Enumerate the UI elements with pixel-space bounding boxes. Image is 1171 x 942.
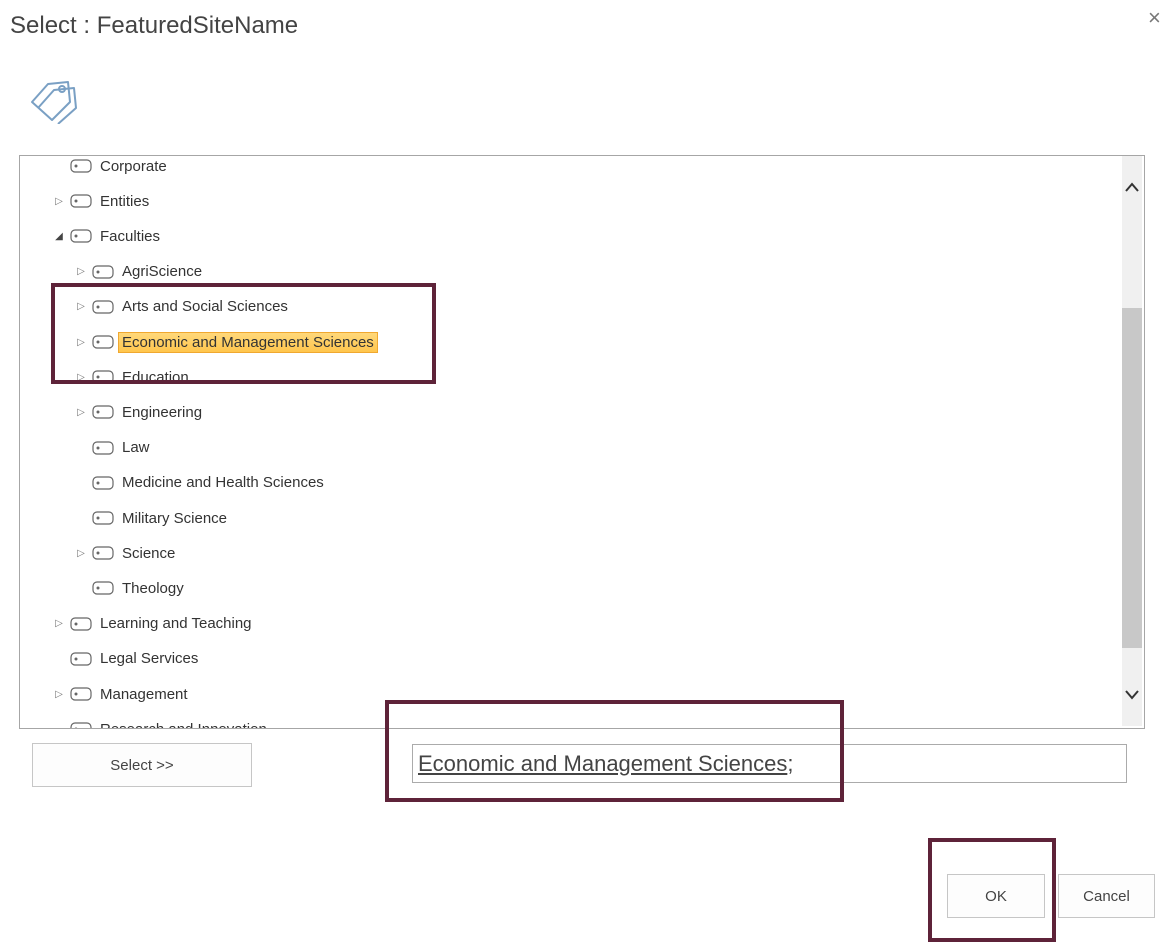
tree-node-label[interactable]: Research and Innovation [100, 721, 267, 728]
cancel-button[interactable]: Cancel [1058, 874, 1155, 918]
term-tag-icon [70, 229, 92, 243]
tree-node[interactable]: Medicine and Health Sciences [72, 470, 324, 496]
term-tag-icon [92, 476, 114, 490]
tree-node-label[interactable]: Law [122, 439, 150, 456]
term-tag-icon [92, 511, 114, 525]
expand-arrow-icon[interactable]: ▷ [50, 689, 68, 700]
tree-node[interactable]: Legal Services [50, 646, 198, 672]
tree-node[interactable]: Law [72, 435, 150, 461]
term-tag-icon [92, 335, 114, 349]
tree-node[interactable]: ◢ Faculties [50, 223, 160, 249]
expand-arrow-icon[interactable]: ▷ [72, 266, 90, 277]
tree-node-label[interactable]: Engineering [122, 404, 202, 421]
tree-node-label[interactable]: Entities [100, 193, 149, 210]
selected-value-field[interactable]: Economic and Management Sciences ; [412, 744, 1127, 783]
expand-arrow-icon[interactable]: ▷ [72, 337, 90, 348]
tree-node-label[interactable]: Education [122, 369, 189, 386]
dialog-title: Select : FeaturedSiteName [10, 12, 299, 39]
term-tag-icon [70, 722, 92, 728]
close-icon[interactable]: × [1148, 6, 1161, 30]
term-tag-icon [70, 194, 92, 208]
collapse-arrow-icon[interactable]: ◢ [50, 231, 68, 242]
tree-node-label[interactable]: Theology [122, 580, 184, 597]
expand-arrow-icon[interactable]: ▷ [72, 407, 90, 418]
tags-icon [31, 81, 77, 124]
tree-node[interactable]: ▷ Engineering [72, 399, 202, 425]
tree-node-label[interactable]: Management [100, 686, 188, 703]
expand-arrow-icon[interactable]: ▷ [50, 618, 68, 629]
tree-node[interactable]: ▷ Arts and Social Sciences [72, 294, 288, 320]
term-tag-icon [92, 264, 114, 279]
tree-node[interactable]: ▷ Learning and Teaching [50, 611, 252, 637]
tree-node-label[interactable]: Arts and Social Sciences [122, 298, 288, 315]
select-button[interactable]: Select >> [32, 743, 252, 787]
expand-arrow-icon[interactable]: ▷ [72, 372, 90, 383]
tree-node[interactable]: Theology [72, 575, 184, 601]
term-tree[interactable]: Corporate ▷ Entities ◢ Faculties ▷ AgriScience… [19, 155, 1145, 729]
scroll-up-icon[interactable] [1122, 172, 1142, 202]
term-tag-icon [92, 370, 114, 384]
term-tag-icon [92, 405, 114, 419]
term-tag-icon [70, 652, 92, 666]
tree-node[interactable]: ▷ Entities [50, 188, 149, 214]
tree-node-label[interactable]: Science [122, 545, 175, 562]
tree-node-label[interactable]: Corporate [100, 158, 167, 175]
term-tag-icon [70, 159, 92, 173]
tree-node[interactable]: ▷ AgriScience [72, 259, 202, 285]
ok-button[interactable]: OK [947, 874, 1045, 918]
tree-node[interactable]: Corporate [50, 156, 167, 179]
term-tag-icon [70, 616, 92, 631]
tree-node[interactable]: ▷ Economic and Management Sciences [72, 329, 378, 355]
tree-node-label[interactable]: AgriScience [122, 263, 202, 280]
tree-node[interactable]: Research and Innovation [50, 716, 267, 728]
tree-node[interactable]: ▷ Science [72, 540, 175, 566]
tree-node[interactable]: Military Science [72, 505, 227, 531]
term-tag-icon [70, 687, 92, 701]
scrollbar-thumb[interactable] [1122, 308, 1142, 648]
tree-node[interactable]: ▷ Education [72, 364, 189, 390]
expand-arrow-icon[interactable]: ▷ [50, 196, 68, 207]
tree-node-label[interactable]: Learning and Teaching [100, 615, 252, 632]
tree-node-label-selected[interactable]: Economic and Management Sciences [118, 331, 378, 353]
tree-node-label[interactable]: Legal Services [100, 650, 198, 667]
term-tag-icon [92, 581, 114, 595]
tree-node-label[interactable]: Military Science [122, 510, 227, 527]
term-tag-icon [92, 440, 114, 455]
value-separator: ; [787, 750, 794, 776]
expand-arrow-icon[interactable]: ▷ [72, 548, 90, 559]
selected-term-value[interactable]: Economic and Management Sciences [418, 751, 787, 777]
tree-node-label[interactable]: Medicine and Health Sciences [122, 474, 324, 491]
expand-arrow-icon[interactable]: ▷ [72, 301, 90, 312]
term-tag-icon [92, 546, 114, 560]
scroll-down-icon[interactable] [1122, 680, 1142, 710]
tree-node[interactable]: ▷ Management [50, 681, 188, 707]
term-tag-icon [92, 300, 114, 314]
tree-node-label[interactable]: Faculties [100, 228, 160, 245]
